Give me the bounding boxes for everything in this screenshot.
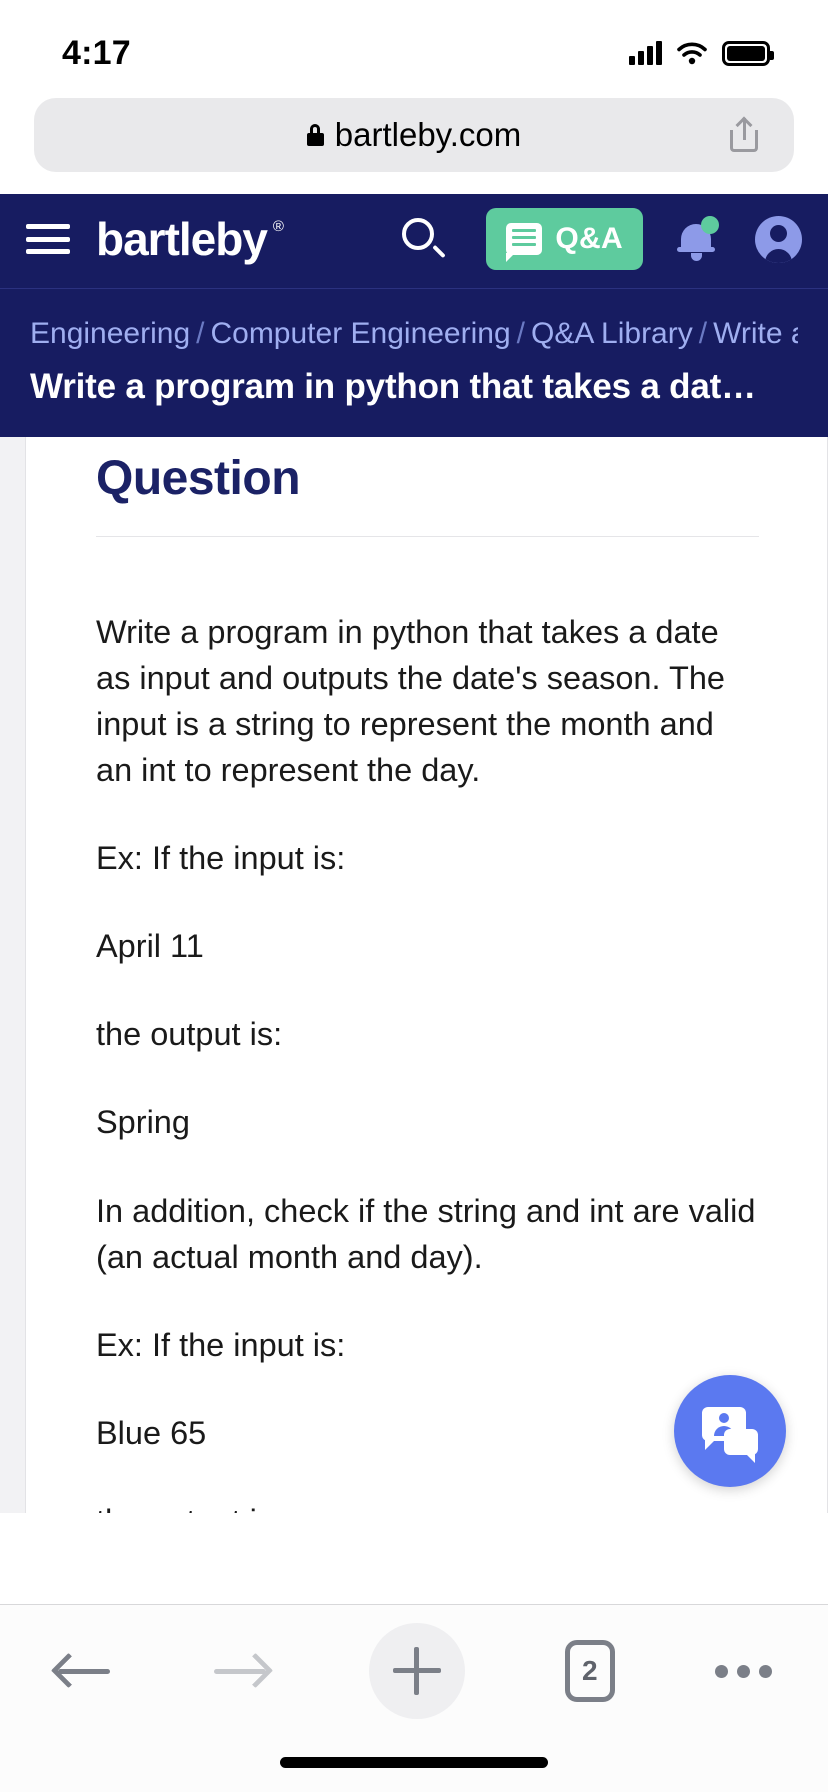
forward-button[interactable] [212, 1648, 274, 1694]
new-tab-button[interactable] [368, 1623, 465, 1719]
back-arrow-icon [50, 1648, 112, 1694]
breadcrumb-item-qa-library[interactable]: Q&A Library [531, 317, 693, 350]
breadcrumb-item-engineering[interactable]: Engineering [30, 317, 190, 350]
content-area: Question Write a program in python that … [0, 436, 828, 1513]
status-bar: 4:17 [0, 0, 828, 88]
question-paragraph: April 11 [96, 928, 204, 965]
question-body: Write a program in python that takes a d… [96, 537, 759, 1513]
question-paragraph: the output is: [96, 1498, 759, 1512]
question-paragraph: Spring [96, 1104, 190, 1141]
tabs-button[interactable]: 2 [564, 1640, 615, 1702]
bartleby-logo[interactable]: bartleby ® [96, 212, 284, 266]
battery-full-icon [722, 40, 774, 66]
search-icon[interactable] [402, 218, 447, 260]
plus-icon [392, 1647, 441, 1695]
new-tab-button-background [368, 1623, 465, 1719]
more-dots-icon [715, 1664, 772, 1678]
page-title: Write a program in python that takes a d… [30, 366, 756, 406]
status-bar-clock: 4:17 [62, 33, 131, 72]
url-text: bartleby.com [334, 116, 522, 153]
browser-toolbar-row: 2 [0, 1605, 828, 1719]
status-bar-icons [629, 40, 774, 66]
wifi-icon [677, 42, 707, 65]
share-icon[interactable] [730, 116, 758, 152]
browser-window: 4:17 bartleby.com bartleby ® Q&A Enginee… [0, 0, 828, 1792]
breadcrumb-separator: / [196, 317, 205, 350]
url-bar[interactable]: bartleby.com [34, 98, 794, 172]
home-indicator [280, 1757, 548, 1768]
question-paragraph: Write a program in python that takes a d… [96, 613, 725, 788]
browser-toolbar: 2 [0, 1604, 828, 1792]
question-card: Question Write a program in python that … [25, 436, 828, 1513]
question-heading: Question [96, 451, 301, 505]
breadcrumb-separator: / [516, 317, 525, 350]
tab-count-badge: 2 [564, 1640, 615, 1702]
question-paragraph: Blue 65 [96, 1415, 207, 1452]
cellular-signal-icon [629, 41, 662, 65]
site-header: bartleby ® Q&A [0, 194, 828, 288]
chat-support-icon [702, 1406, 758, 1463]
back-button[interactable] [50, 1648, 112, 1694]
question-paragraph: Ex: If the input is: [96, 840, 346, 877]
logo-text: bartleby [96, 213, 268, 265]
url-lock-group: bartleby.com [306, 116, 522, 154]
forward-arrow-icon [212, 1648, 274, 1694]
more-options-button[interactable] [715, 1664, 772, 1678]
lock-icon [306, 124, 324, 146]
breadcrumb-item-current[interactable]: Write a … [713, 317, 798, 350]
hamburger-menu-icon[interactable] [26, 224, 70, 254]
url-bar-container: bartleby.com [0, 88, 828, 194]
qa-button-label: Q&A [555, 222, 623, 255]
question-paragraph: the output is: [96, 1016, 283, 1053]
breadcrumb-band: Engineering / Computer Engineering / Q&A Lib… [0, 289, 828, 437]
question-paragraph: In addition, check if the string and int… [96, 1192, 756, 1275]
question-paragraph: Ex: If the input is: [96, 1326, 346, 1363]
breadcrumb-item-computer-engineering[interactable]: Computer Engineering [210, 317, 510, 350]
document-lines-icon [506, 223, 543, 262]
qa-button[interactable]: Q&A [486, 208, 643, 270]
notification-bell-icon[interactable] [677, 216, 719, 262]
breadcrumb-separator: / [698, 317, 708, 350]
logo-registered-mark: ® [272, 218, 284, 235]
notification-badge-dot [701, 216, 719, 234]
chat-support-button[interactable] [674, 1374, 786, 1487]
breadcrumb: Engineering / Computer Engineering / Q&A Lib… [30, 315, 798, 353]
user-avatar-icon[interactable] [755, 215, 802, 263]
